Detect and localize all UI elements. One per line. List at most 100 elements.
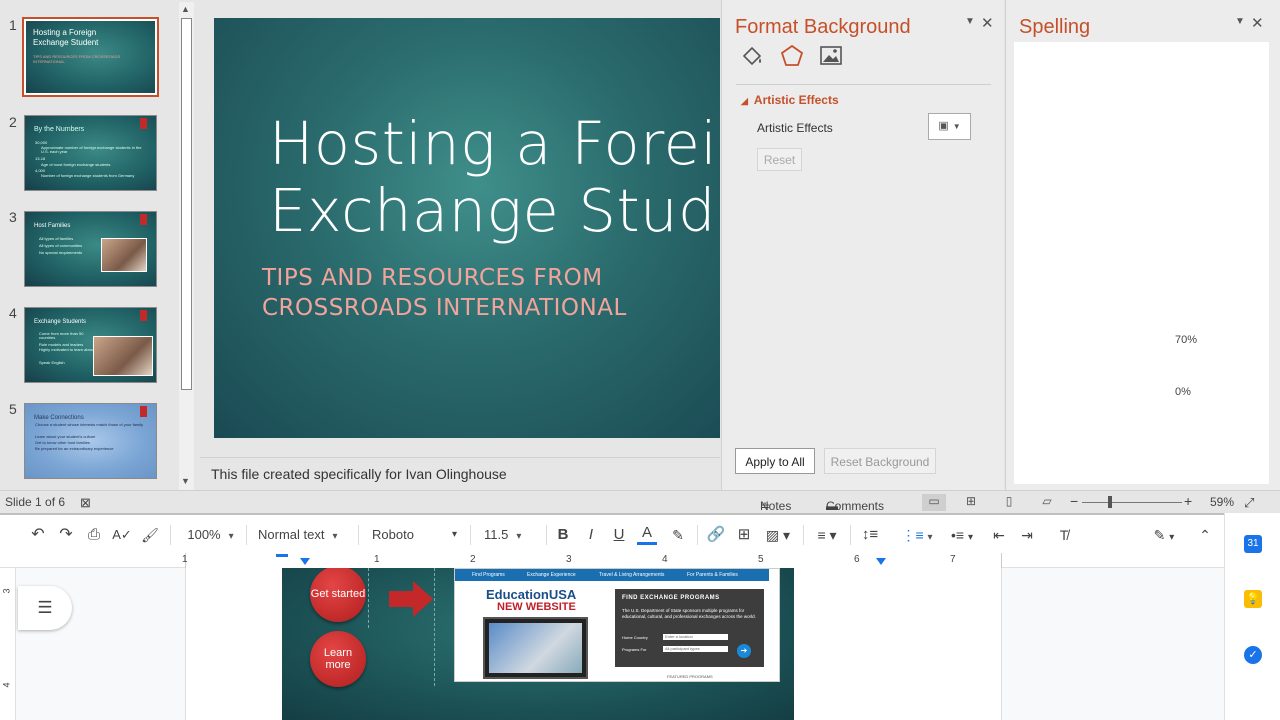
align-icon[interactable]: ≡ ▾ [811, 525, 843, 545]
decrease-indent-icon[interactable]: ⇤ [989, 525, 1009, 545]
zoom-level[interactable]: 59% [1210, 495, 1234, 509]
thumb-number: 3 [9, 209, 17, 225]
tasks-icon[interactable]: ✓ [1244, 646, 1262, 664]
reading-view-icon[interactable]: ▯ [997, 494, 1021, 511]
collapse-toolbar-icon[interactable]: ⌃ [1195, 525, 1215, 545]
fit-to-window-icon[interactable]: ⤢ [1244, 495, 1254, 511]
slide-title-line-1: Hosting a Foreign [269, 109, 720, 178]
style-select[interactable]: Normal text [258, 525, 350, 545]
slide-subtitle-line-1: TIPS AND RESOURCES FROM [262, 265, 603, 291]
right-indent-marker[interactable] [876, 558, 886, 565]
scroll-up-icon[interactable]: ▲ [181, 4, 190, 14]
print-icon[interactable]: ⎙ [84, 525, 104, 545]
programs-label: Programs For [622, 647, 647, 652]
font-name: Roboto [372, 527, 414, 542]
home-country-label: Home Country [622, 635, 648, 640]
font-size-select[interactable]: 11.5 [484, 525, 539, 545]
percent-label: 0% [1175, 386, 1191, 398]
zoom-slider[interactable] [1082, 502, 1182, 503]
bulleted-list-icon[interactable]: •≡ ▾ [944, 525, 980, 545]
underline-button[interactable]: U [609, 525, 629, 545]
redo-icon[interactable]: ↷ [56, 525, 76, 545]
paint-format-icon[interactable]: 🖌 [140, 525, 160, 545]
numbered-list-icon[interactable]: ⋮≡ ▾ [897, 525, 937, 545]
outline-icon: ☰ [37, 598, 53, 617]
slide-thumbnail-5[interactable]: Make Connections Choose a student whose … [24, 403, 157, 479]
zoom-select[interactable]: 100% [183, 525, 238, 545]
divider [803, 525, 804, 545]
divider [246, 525, 247, 545]
normal-view-icon[interactable]: ▭ [922, 494, 946, 511]
slide-sorter-icon[interactable]: ⊞ [959, 494, 983, 511]
first-line-indent-marker[interactable] [276, 554, 288, 557]
ruler-mark: 7 [950, 554, 956, 565]
apply-to-all-button[interactable]: Apply to All [735, 448, 815, 474]
thumbnails-scrollbar[interactable]: ▲ ▼ [179, 2, 194, 490]
link-icon[interactable]: 🔗 [705, 525, 727, 545]
slide-canvas[interactable]: Hosting a Foreign Exchange Student TIPS … [214, 18, 720, 438]
text-color-button[interactable]: A [637, 525, 657, 545]
artistic-effects-dropdown[interactable]: ▣ ▼ [928, 113, 971, 140]
learn-more-circle: Learn more [310, 631, 366, 687]
reset-button[interactable]: Reset [757, 148, 802, 171]
undo-icon[interactable]: ↶ [28, 525, 48, 545]
editing-mode-icon[interactable]: ✎ ▾ [1146, 525, 1182, 545]
bold-button[interactable]: B [553, 525, 573, 545]
picture-icon[interactable] [818, 44, 844, 68]
zoom-slider-thumb[interactable] [1108, 496, 1112, 508]
slide-thumbnails-pane: 1 Hosting a Foreign Exchange Student TIP… [0, 0, 179, 490]
artistic-effects-icon: ▣ [938, 120, 949, 132]
slideshow-icon[interactable]: ▱ [1035, 494, 1059, 511]
insert-image-icon[interactable]: ▨ ▾ [761, 525, 795, 545]
slide-title[interactable]: Hosting a Foreign Exchange Student [269, 110, 720, 244]
slide-thumbnail-2[interactable]: By the Numbers 30,000 Approximate number… [24, 115, 157, 191]
scrollbar-thumb[interactable] [181, 18, 192, 390]
calendar-icon[interactable]: 31 [1244, 535, 1262, 553]
clear-formatting-icon[interactable]: T̸ [1054, 525, 1074, 545]
accent-bar [140, 214, 147, 225]
slide-subtitle[interactable]: TIPS AND RESOURCES FROM CROSSROADS INTER… [262, 263, 627, 323]
increase-indent-icon[interactable]: ⇥ [1017, 525, 1037, 545]
fill-icon[interactable] [739, 44, 765, 68]
accent-bar [140, 310, 147, 321]
pane-options-icon[interactable]: ▼ [1235, 16, 1245, 27]
nav-item: For Parents & Families [687, 572, 738, 578]
keep-icon[interactable]: 💡 [1244, 590, 1262, 608]
line-spacing-icon[interactable]: ↕≡ [859, 525, 881, 545]
highlight-icon[interactable]: ✎ [668, 525, 688, 545]
font-select[interactable]: Roboto ▾ [372, 525, 462, 545]
thumb-bullet: Number of foreign exchange students from… [41, 173, 135, 178]
scroll-down-icon[interactable]: ▼ [181, 476, 190, 486]
spelling-pane: Spelling ▼ ✕ 70% 0% [1005, 0, 1280, 490]
close-icon[interactable]: ✕ [981, 14, 994, 32]
thumb-number: 1 [9, 17, 17, 33]
horizontal-ruler[interactable]: 1 1 2 3 4 5 6 7 [0, 553, 1224, 568]
notes-pane[interactable]: This file created specifically for Ivan … [200, 457, 720, 490]
left-indent-marker[interactable] [300, 558, 310, 565]
effects-icon[interactable] [779, 44, 805, 68]
artistic-effects-section-header[interactable]: ◢ Artistic Effects [741, 93, 839, 107]
website-nav: Find Programs Exchange Experience Travel… [455, 569, 769, 581]
italic-button[interactable]: I [581, 525, 601, 545]
thumb-bullet: All types of families [39, 236, 74, 241]
vertical-ruler[interactable]: 3 4 [0, 568, 16, 720]
find-programs-box: FIND EXCHANGE PROGRAMS The U.S. Departme… [615, 589, 764, 667]
document-slide-image[interactable]: Get started Learn more Find Programs Exc… [282, 568, 794, 720]
zoom-in-icon[interactable]: + [1184, 493, 1192, 509]
close-icon[interactable]: ✕ [1251, 14, 1264, 32]
pane-options-icon[interactable]: ▼ [965, 16, 975, 27]
divider [170, 525, 171, 545]
ruler-mark: 4 [1, 682, 12, 688]
ruler-mark: 3 [1, 588, 12, 594]
reset-background-button[interactable]: Reset Background [824, 448, 936, 474]
slide-thumbnail-4[interactable]: Exchange Students Come from more than 50… [24, 307, 157, 383]
slide-thumbnail-1[interactable]: Hosting a Foreign Exchange Student TIPS … [22, 17, 159, 97]
thumb-bullet: Come from more than 50 countries [39, 331, 84, 340]
document-outline-button[interactable]: ☰ [18, 586, 72, 630]
insert-comment-icon[interactable]: ⊞ [734, 525, 754, 545]
slide-thumbnail-3[interactable]: Host Families All types of families All … [24, 211, 157, 287]
accessibility-icon[interactable]: ⊠ [80, 495, 91, 511]
spellcheck-icon[interactable]: A✓ [112, 525, 132, 545]
divider [736, 84, 991, 85]
zoom-out-icon[interactable]: − [1070, 493, 1078, 509]
